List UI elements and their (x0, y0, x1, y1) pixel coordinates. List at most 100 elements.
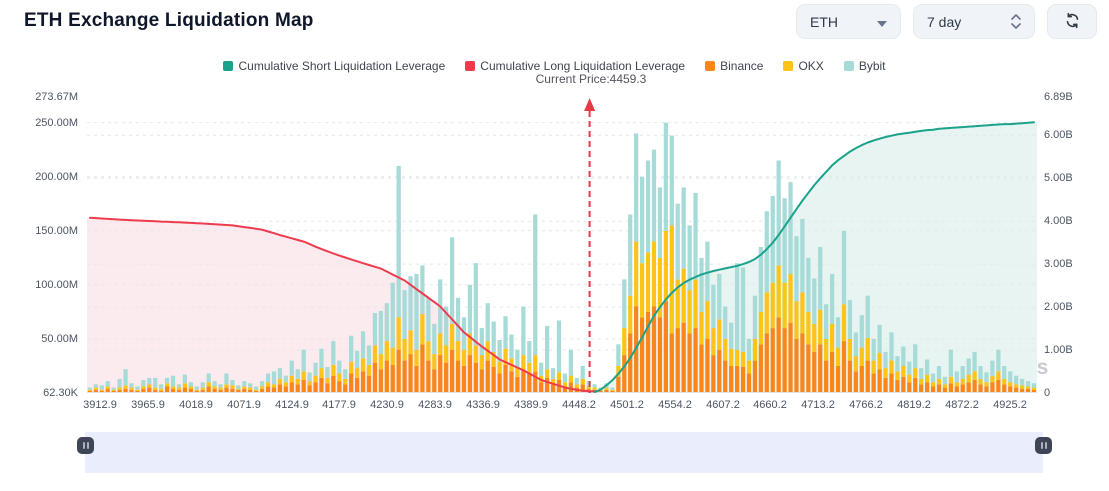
bar-bybit[interactable] (788, 182, 792, 274)
bar-binance[interactable] (937, 384, 941, 393)
bar-bybit[interactable] (794, 236, 798, 301)
bar-bybit[interactable] (646, 161, 650, 253)
bar-binance[interactable] (450, 350, 454, 393)
bar-okx[interactable] (480, 355, 484, 369)
bar-okx[interactable] (640, 263, 644, 317)
bar-bybit[interactable] (94, 384, 98, 387)
brush-handle-right[interactable] (1035, 437, 1052, 454)
bar-bybit[interactable] (266, 374, 270, 383)
bar-okx[interactable] (337, 374, 341, 382)
bar-okx[interactable] (218, 388, 222, 390)
bar-bybit[interactable] (533, 215, 537, 356)
bar-okx[interactable] (753, 339, 757, 361)
bar-binance[interactable] (889, 374, 893, 394)
bar-okx[interactable] (189, 387, 193, 389)
bar-okx[interactable] (794, 301, 798, 339)
bar-bybit[interactable] (361, 331, 365, 358)
bar-binance[interactable] (670, 334, 674, 394)
bar-okx[interactable] (319, 368, 323, 378)
bar-binance[interactable] (640, 317, 644, 393)
bar-binance[interactable] (307, 385, 311, 393)
bar-okx[interactable] (646, 252, 650, 312)
bar-binance[interactable] (800, 334, 804, 394)
bar-binance[interactable] (883, 378, 887, 393)
bar-bybit[interactable] (1014, 376, 1018, 385)
bar-bybit[interactable] (290, 361, 294, 376)
bar-bybit[interactable] (711, 285, 715, 328)
bar-okx[interactable] (402, 339, 406, 361)
bar-bybit[interactable] (218, 384, 222, 387)
bar-bybit[interactable] (800, 219, 804, 293)
bar-binance[interactable] (830, 352, 834, 393)
bar-bybit[interactable] (610, 388, 614, 390)
bar-okx[interactable] (224, 384, 228, 387)
bar-binance[interactable] (741, 367, 745, 393)
bar-bybit[interactable] (545, 326, 549, 369)
bar-okx[interactable] (1020, 385, 1024, 388)
bar-bybit[interactable] (355, 351, 359, 368)
bar-okx[interactable] (1032, 388, 1036, 390)
bar-okx[interactable] (735, 350, 739, 366)
bar-binance[interactable] (444, 363, 448, 393)
bar-okx[interactable] (913, 368, 917, 378)
bar-bybit[interactable] (735, 263, 739, 350)
bar-okx[interactable] (575, 384, 579, 387)
bar-bybit[interactable] (866, 296, 870, 338)
bar-okx[interactable] (1008, 382, 1012, 386)
bar-bybit[interactable] (1032, 383, 1036, 387)
bar-okx[interactable] (408, 330, 412, 354)
bar-okx[interactable] (153, 388, 157, 390)
bar-okx[interactable] (414, 350, 418, 366)
bar-binance[interactable] (296, 384, 300, 393)
bar-bybit[interactable] (931, 374, 935, 383)
bar-bybit[interactable] (782, 198, 786, 282)
bar-binance[interactable] (842, 341, 846, 393)
bar-okx[interactable] (296, 379, 300, 384)
bar-bybit[interactable] (901, 347, 905, 367)
bar-okx[interactable] (361, 358, 365, 371)
bar-bybit[interactable] (640, 177, 644, 264)
bar-bybit[interactable] (153, 378, 157, 388)
bar-bybit[interactable] (230, 380, 234, 385)
bar-bybit[interactable] (379, 311, 383, 354)
bar-bybit[interactable] (486, 303, 490, 341)
bar-binance[interactable] (961, 384, 965, 393)
bar-bybit[interactable] (343, 369, 347, 379)
bar-binance[interactable] (895, 380, 899, 393)
bar-okx[interactable] (349, 362, 353, 374)
bar-okx[interactable] (260, 387, 264, 389)
bar-okx[interactable] (379, 354, 383, 369)
bar-bybit[interactable] (563, 374, 567, 383)
bar-bybit[interactable] (272, 371, 276, 384)
bar-binance[interactable] (385, 361, 389, 393)
bar-bybit[interactable] (818, 247, 822, 310)
bar-okx[interactable] (866, 338, 870, 361)
bar-binance[interactable] (978, 384, 982, 393)
bar-bybit[interactable] (634, 133, 638, 241)
bar-binance[interactable] (397, 350, 401, 393)
bar-okx[interactable] (236, 389, 240, 390)
bar-bybit[interactable] (551, 368, 555, 379)
bar-okx[interactable] (385, 341, 389, 361)
bar-binance[interactable] (848, 361, 852, 393)
bar-okx[interactable] (699, 312, 703, 344)
bar-okx[interactable] (331, 365, 335, 376)
bar-binance[interactable] (503, 365, 507, 393)
bar-bybit[interactable] (432, 324, 436, 354)
bar-okx[interactable] (883, 368, 887, 378)
bar-binance[interactable] (343, 384, 347, 393)
bar-bybit[interactable] (414, 274, 418, 350)
bar-okx[interactable] (687, 290, 691, 333)
bar-okx[interactable] (984, 382, 988, 386)
bar-bybit[interactable] (741, 268, 745, 352)
bar-binance[interactable] (521, 369, 525, 393)
bar-okx[interactable] (812, 324, 816, 352)
bar-bybit[interactable] (325, 367, 329, 378)
bar-binance[interactable] (319, 378, 323, 393)
bar-okx[interactable] (112, 390, 116, 391)
bar-okx[interactable] (889, 361, 893, 374)
bar-binance[interactable] (711, 355, 715, 393)
bar-bybit[interactable] (569, 350, 573, 376)
bar-binance[interactable] (1002, 384, 1006, 393)
bar-okx[interactable] (925, 375, 929, 383)
